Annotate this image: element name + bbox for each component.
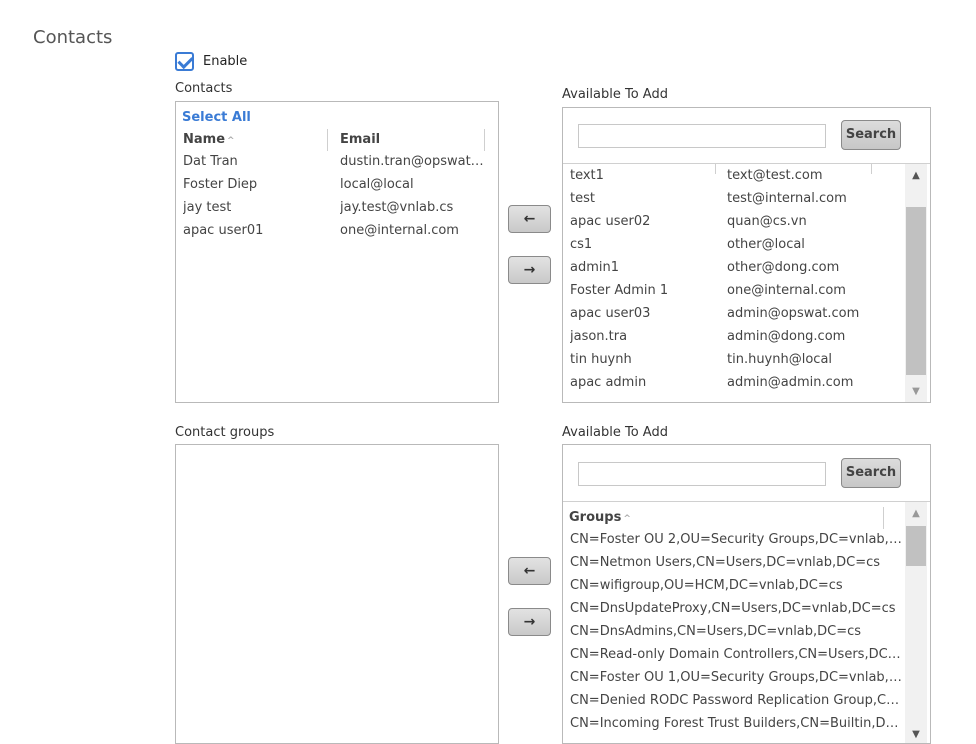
table-row[interactable]: Foster Admin 1 one@internal.com bbox=[563, 280, 930, 303]
contacts-label: Contacts bbox=[175, 81, 233, 96]
row-name: jason.tra bbox=[570, 329, 628, 344]
available-contacts-panel: Search text1 text@test.com test test@intern… bbox=[562, 107, 931, 403]
row-email: test@internal.com bbox=[727, 191, 847, 206]
table-row[interactable]: tin huynh tin.huynh@local bbox=[563, 349, 930, 372]
scroll-up-icon[interactable]: ▲ bbox=[905, 167, 927, 185]
row-email: other@local bbox=[727, 237, 805, 252]
sort-asc-icon: ^ bbox=[227, 136, 235, 146]
list-item[interactable]: CN=Netmon Users,CN=Users,DC=vnlab,DC=cs bbox=[570, 552, 902, 575]
divider bbox=[563, 163, 930, 164]
column-separator[interactable] bbox=[327, 129, 328, 151]
row-email: admin@dong.com bbox=[727, 329, 846, 344]
row-name: Foster Diep bbox=[183, 177, 258, 192]
contact-groups-label: Contact groups bbox=[175, 425, 275, 440]
row-email: tin.huynh@local bbox=[727, 352, 833, 367]
contacts-list[interactable]: Select All Name ^ Email Dat Tran dustin.tr… bbox=[175, 101, 499, 403]
scroll-down-icon[interactable]: ▼ bbox=[905, 726, 927, 743]
scroll-thumb[interactable] bbox=[906, 526, 926, 566]
row-name: apac user01 bbox=[183, 223, 264, 238]
table-row[interactable]: admin1 other@dong.com bbox=[563, 257, 930, 280]
available-groups-scrollbar[interactable]: ▲ ▼ bbox=[905, 502, 927, 743]
row-email: one@internal.com bbox=[727, 283, 846, 298]
scroll-up-icon[interactable]: ▲ bbox=[905, 505, 927, 523]
enable-label: Enable bbox=[203, 54, 248, 69]
row-email: local@local bbox=[340, 177, 414, 192]
column-separator[interactable] bbox=[883, 507, 884, 529]
table-row[interactable]: jason.tra admin@dong.com bbox=[563, 326, 930, 349]
list-item[interactable]: CN=DnsUpdateProxy,CN=Users,DC=vnlab,DC=c… bbox=[570, 598, 902, 621]
move-left-button[interactable]: ← bbox=[508, 557, 551, 585]
available-groups-label: Available To Add bbox=[562, 425, 668, 440]
move-left-button[interactable]: ← bbox=[508, 205, 551, 233]
row-email: dustin.tran@opswat.... bbox=[340, 154, 485, 169]
table-row[interactable]: text1 text@test.com bbox=[563, 165, 930, 188]
list-item[interactable]: CN=Denied RODC Password Replication Grou… bbox=[570, 690, 902, 713]
list-item[interactable]: CN=DnsAdmins,CN=Users,DC=vnlab,DC=cs bbox=[570, 621, 902, 644]
divider bbox=[563, 501, 930, 502]
table-row[interactable]: cs1 other@local bbox=[563, 234, 930, 257]
row-name: jay test bbox=[183, 200, 232, 215]
contacts-search-button[interactable]: Search bbox=[841, 120, 901, 150]
table-row[interactable]: apac user03 admin@opswat.com bbox=[563, 303, 930, 326]
row-name: Dat Tran bbox=[183, 154, 238, 169]
list-item[interactable]: CN=Incoming Forest Trust Builders,CN=Bui… bbox=[570, 713, 902, 736]
page-title: Contacts bbox=[33, 27, 113, 48]
row-email: jay.test@vnlab.cs bbox=[340, 200, 454, 215]
table-row[interactable]: apac user01 one@internal.com bbox=[176, 220, 498, 243]
row-name: test bbox=[570, 191, 595, 206]
row-name: cs1 bbox=[570, 237, 593, 252]
enable-checkbox[interactable] bbox=[175, 52, 194, 71]
row-name: apac admin bbox=[570, 375, 647, 390]
contact-groups-list[interactable] bbox=[175, 444, 499, 744]
move-right-button[interactable]: → bbox=[508, 256, 551, 284]
table-row[interactable]: apac admin admin@admin.com bbox=[563, 372, 930, 395]
groups-search-button[interactable]: Search bbox=[841, 458, 901, 488]
move-right-button[interactable]: → bbox=[508, 608, 551, 636]
row-email: admin@admin.com bbox=[727, 375, 854, 390]
row-name: tin huynh bbox=[570, 352, 632, 367]
column-header-email[interactable]: Email bbox=[340, 132, 380, 147]
table-row[interactable]: test test@internal.com bbox=[563, 188, 930, 211]
list-item[interactable]: CN=wifigroup,OU=HCM,DC=vnlab,DC=cs bbox=[570, 575, 902, 598]
sort-asc-icon: ^ bbox=[623, 514, 631, 524]
row-name: admin1 bbox=[570, 260, 620, 275]
available-groups-panel: Search Groups ^ CN=Foster OU 2,OU=Securit… bbox=[562, 444, 931, 744]
table-row[interactable]: jay test jay.test@vnlab.cs bbox=[176, 197, 498, 220]
row-name: apac user03 bbox=[570, 306, 651, 321]
groups-search-input[interactable] bbox=[578, 462, 826, 486]
column-header-groups[interactable]: Groups ^ bbox=[569, 510, 631, 525]
scroll-down-icon[interactable]: ▼ bbox=[905, 383, 927, 401]
column-separator[interactable] bbox=[484, 129, 485, 151]
column-header-name[interactable]: Name ^ bbox=[183, 132, 235, 147]
row-email: text@test.com bbox=[727, 168, 823, 183]
contacts-search-input[interactable] bbox=[578, 124, 826, 148]
available-contacts-scrollbar[interactable]: ▲ ▼ bbox=[905, 164, 927, 402]
enable-toggle[interactable]: Enable bbox=[175, 52, 247, 71]
row-name: text1 bbox=[570, 168, 604, 183]
select-all-link[interactable]: Select All bbox=[182, 110, 251, 125]
list-item[interactable]: CN=Foster OU 2,OU=Security Groups,DC=vnl… bbox=[570, 529, 902, 552]
list-item[interactable]: CN=Foster OU 1,OU=Security Groups,DC=vnl… bbox=[570, 667, 902, 690]
row-email: other@dong.com bbox=[727, 260, 840, 275]
row-name: apac user02 bbox=[570, 214, 651, 229]
row-email: quan@cs.vn bbox=[727, 214, 807, 229]
row-email: one@internal.com bbox=[340, 223, 459, 238]
list-item[interactable]: CN=Read-only Domain Controllers,CN=Users… bbox=[570, 644, 902, 667]
table-row[interactable]: Dat Tran dustin.tran@opswat.... bbox=[176, 151, 498, 174]
available-contacts-label: Available To Add bbox=[562, 87, 668, 102]
scroll-thumb[interactable] bbox=[906, 207, 926, 375]
table-row[interactable]: Foster Diep local@local bbox=[176, 174, 498, 197]
row-email: admin@opswat.com bbox=[727, 306, 860, 321]
table-row[interactable]: apac user02 quan@cs.vn bbox=[563, 211, 930, 234]
row-name: Foster Admin 1 bbox=[570, 283, 669, 298]
